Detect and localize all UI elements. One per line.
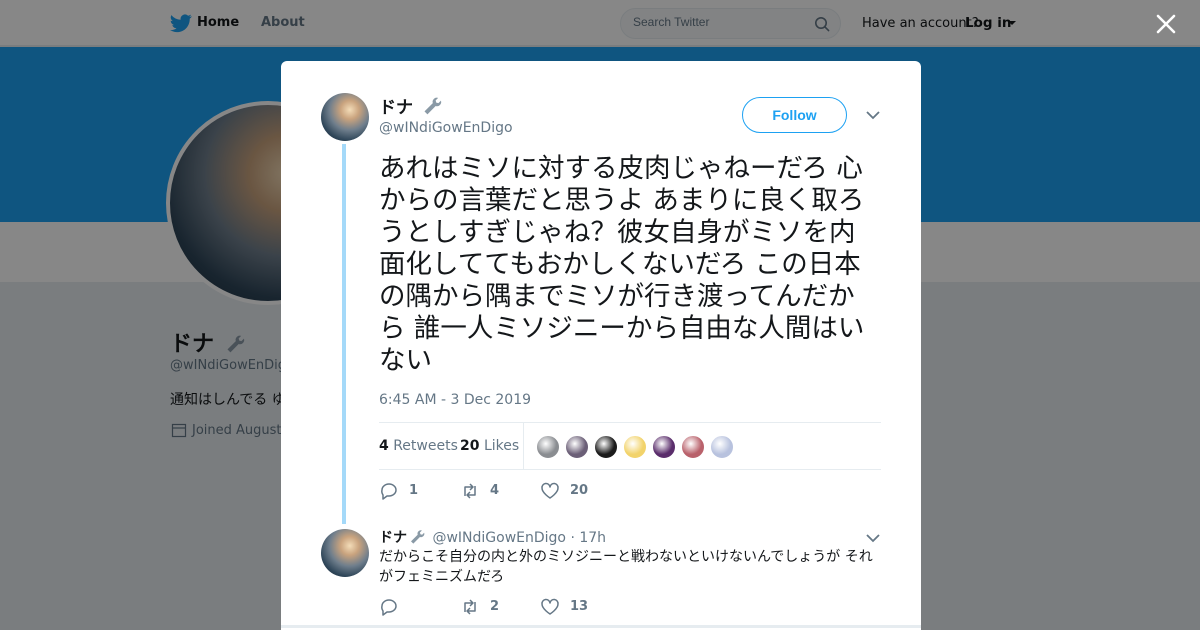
chevron-down-icon[interactable] xyxy=(865,109,881,121)
reply-icon xyxy=(381,483,397,500)
retweet-icon xyxy=(464,483,476,499)
tweet-text: あれはミソに対する皮肉じゃねーだろ 心からの言葉だと思うよ あまりに良く取ろうと… xyxy=(379,153,865,376)
liker-avatar[interactable] xyxy=(565,435,589,459)
like-count: 20 xyxy=(570,483,589,498)
reply-icon xyxy=(381,599,397,616)
follow-button[interactable]: Follow xyxy=(742,97,847,133)
heart-icon xyxy=(541,598,559,615)
modal-divider xyxy=(281,625,921,628)
author-name[interactable]: ドナ xyxy=(379,93,443,118)
wrench-emoji-icon xyxy=(411,530,425,544)
author-handle[interactable]: @wINdiGowEnDigo xyxy=(379,120,513,136)
retweets-count: 4 xyxy=(379,438,389,454)
retweet-count: 4 xyxy=(490,483,500,498)
liker-avatar[interactable] xyxy=(681,435,705,459)
thread-connector-line xyxy=(342,144,346,524)
reply-time[interactable]: · 17h xyxy=(570,530,606,546)
like-button[interactable]: 20 xyxy=(540,481,589,501)
author-avatar[interactable] xyxy=(321,93,369,141)
chevron-down-icon[interactable] xyxy=(865,532,881,544)
retweet-icon xyxy=(464,599,476,615)
liker-avatar[interactable] xyxy=(710,435,734,459)
close-icon[interactable] xyxy=(1154,12,1178,36)
reply-header: ドナ @wINdiGowEnDigo · 17h xyxy=(379,527,606,547)
retweet-count: 2 xyxy=(490,599,500,614)
reply-count: 1 xyxy=(409,483,419,498)
reply-author-handle[interactable]: @wINdiGowEnDigo xyxy=(432,530,566,546)
reply-button[interactable] xyxy=(379,597,419,617)
reply-author-avatar[interactable] xyxy=(321,529,369,577)
retweet-button[interactable]: 4 xyxy=(460,481,500,501)
liker-avatar[interactable] xyxy=(652,435,676,459)
liker-avatar[interactable] xyxy=(594,435,618,459)
like-count: 13 xyxy=(570,599,589,614)
like-button[interactable]: 13 xyxy=(540,597,589,617)
likes-count: 20 xyxy=(460,438,480,454)
heart-icon xyxy=(541,482,559,499)
liker-avatar[interactable] xyxy=(536,435,560,459)
reply-author-name[interactable]: ドナ xyxy=(379,530,407,546)
author-name-text[interactable]: ドナ xyxy=(379,98,413,118)
stats-divider xyxy=(523,423,524,469)
tweet-timestamp[interactable]: 6:45 AM - 3 Dec 2019 xyxy=(379,392,531,408)
reply-button[interactable]: 1 xyxy=(379,481,419,501)
likes-label: Likes xyxy=(483,438,520,454)
reply-text: だからこそ自分の内と外のミソジニーと戦わないといけないんでしょうが それがフェミ… xyxy=(379,549,873,585)
retweet-button[interactable]: 2 xyxy=(460,597,500,617)
tweet-stats: 4 Retweets 20 Likes xyxy=(379,422,881,470)
wrench-emoji-icon xyxy=(424,97,442,115)
retweets-label: Retweets xyxy=(393,438,458,454)
tweet-modal: ドナ @wINdiGowEnDigo Follow あれはミソに対する皮肉じゃね… xyxy=(281,61,921,630)
likes-stat[interactable]: 20 Likes xyxy=(460,438,519,454)
retweets-stat[interactable]: 4 Retweets xyxy=(379,438,458,454)
liker-avatar[interactable] xyxy=(623,435,647,459)
